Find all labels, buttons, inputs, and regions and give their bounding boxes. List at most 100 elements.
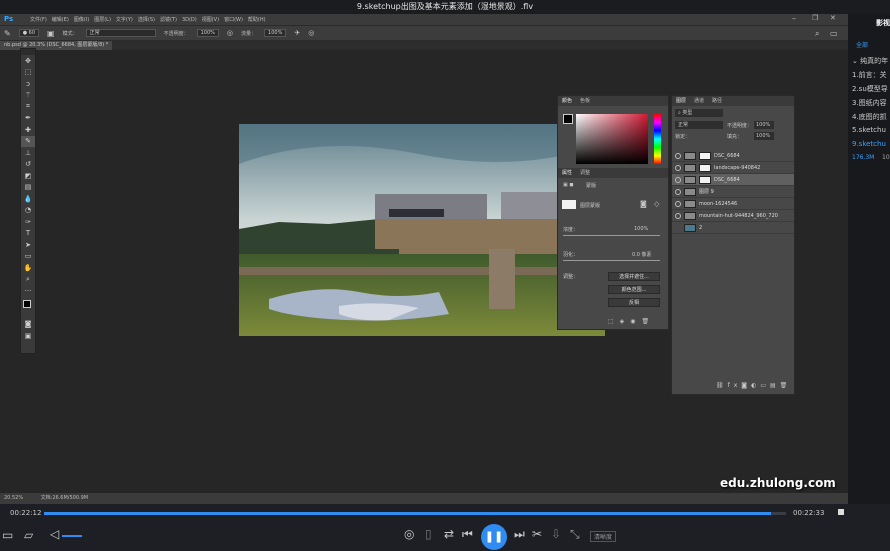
airbrush-icon[interactable]: ✈	[294, 29, 300, 37]
menu-edit[interactable]: 编辑(E)	[52, 16, 69, 23]
document-tab[interactable]: nb.psd @ 20.3% (DSC_6684, 图层蒙版/8) *	[0, 41, 113, 50]
history-brush-icon[interactable]: ↺	[21, 159, 35, 171]
density-slider[interactable]	[563, 235, 660, 236]
blur-tool-icon[interactable]: 💧	[21, 193, 35, 205]
dodge-tool-icon[interactable]: ◔	[21, 205, 35, 217]
close-icon[interactable]: ✕	[830, 14, 836, 22]
invert-button[interactable]: 反相	[608, 298, 660, 307]
layer-mask-thumb[interactable]	[699, 175, 711, 184]
menu-window[interactable]: 窗口(W)	[224, 16, 243, 23]
menu-file[interactable]: 文件(F)	[30, 16, 47, 23]
tab-paths[interactable]: 路径	[712, 96, 722, 106]
lasso-tool-icon[interactable]: ↄ	[21, 78, 35, 90]
visibility-eye-icon[interactable]	[675, 152, 681, 159]
visibility-eye-icon[interactable]	[675, 164, 681, 171]
download-icon[interactable]: ⇩	[551, 527, 561, 541]
eraser-tool-icon[interactable]: ◩	[21, 170, 35, 182]
visibility-eye-icon[interactable]	[675, 200, 681, 207]
layer-row-selected[interactable]: DSC_6684	[672, 174, 794, 186]
fullscreen-toggle-icon[interactable]	[838, 509, 844, 515]
scissors-icon[interactable]: ✂	[532, 527, 542, 541]
visibility-eye-icon[interactable]	[675, 188, 681, 195]
path-select-tool-icon[interactable]: ➤	[21, 239, 35, 251]
folder-icon[interactable]: ▱	[24, 528, 33, 542]
brush-preset-picker[interactable]: ● 60	[18, 29, 40, 37]
healing-tool-icon[interactable]: ✚	[21, 124, 35, 136]
more-tools-icon[interactable]: ···	[21, 285, 35, 297]
opacity-input[interactable]: 100%	[196, 29, 219, 37]
eyedropper-tool-icon[interactable]: ✒	[21, 113, 35, 125]
layer-filter-select[interactable]: ⌕ 类型	[675, 109, 723, 117]
playlist-item[interactable]: 1.前言：关	[852, 70, 887, 80]
menu-type[interactable]: 文字(Y)	[116, 16, 133, 23]
tab-channels[interactable]: 通道	[694, 96, 704, 106]
quick-mask-icon[interactable]: ◙	[21, 319, 35, 331]
tab-adjustments[interactable]: 调整	[580, 168, 590, 178]
expand-icon[interactable]: ⤡	[570, 527, 580, 542]
layer-mask-thumb[interactable]	[699, 151, 711, 160]
layer-row[interactable]: mountain-hut-944824_960_720	[672, 210, 794, 222]
shuffle-icon[interactable]: ⇄	[444, 527, 454, 541]
sidebar-tab-all[interactable]: 全部	[856, 40, 868, 49]
marquee-tool-icon[interactable]: ⬚	[21, 67, 35, 79]
vector-mask-icon[interactable]: ◇	[654, 200, 659, 208]
hand-tool-icon[interactable]: ✋	[21, 262, 35, 274]
menu-help[interactable]: 帮助(H)	[248, 16, 266, 23]
brush-tool-icon-active[interactable]: ✎	[21, 135, 35, 147]
fill-input[interactable]: 100%	[754, 132, 774, 140]
status-zoom[interactable]: 20.52%	[4, 495, 23, 501]
brush-tool-icon[interactable]: ✎	[4, 29, 11, 38]
hue-slider[interactable]	[654, 114, 661, 164]
quality-button[interactable]: 清晰度	[590, 531, 617, 542]
pen-tool-icon[interactable]: ✑	[21, 216, 35, 228]
foreground-color-swatch[interactable]	[23, 299, 31, 308]
layer-mask-thumb[interactable]	[699, 163, 711, 172]
tab-color[interactable]: 颜色	[562, 96, 572, 106]
menu-filter[interactable]: 滤镜(T)	[160, 16, 177, 23]
layer-row[interactable]: moon-1624546	[672, 198, 794, 210]
playlist-item-active[interactable]: 9.sketchu	[852, 140, 886, 148]
previous-icon[interactable]: ⏮	[462, 527, 473, 542]
screen-icon[interactable]: ▭	[2, 528, 13, 542]
stop-icon[interactable]: ▯	[425, 527, 432, 541]
menu-image[interactable]: 图像(I)	[74, 16, 89, 23]
feather-slider[interactable]	[563, 260, 660, 261]
menu-view[interactable]: 视图(V)	[202, 16, 219, 23]
brush-panel-icon[interactable]: ▣	[47, 29, 55, 38]
density-value[interactable]: 100%	[634, 226, 648, 232]
next-icon[interactable]: ⏭	[514, 527, 525, 542]
select-mask-icon[interactable]: ◙	[640, 200, 647, 208]
playlist-item[interactable]: 4.底图的抓	[852, 112, 887, 122]
visibility-eye-icon[interactable]	[675, 176, 681, 183]
speed-icon[interactable]: ◎	[404, 527, 414, 541]
playlist-folder[interactable]: ⌄ 纯真的年	[852, 56, 888, 66]
layer-opacity-input[interactable]: 100%	[754, 121, 774, 129]
blend-mode-select[interactable]: 正常	[675, 121, 723, 129]
color-swatches[interactable]	[21, 297, 35, 319]
move-tool-icon[interactable]: ✥	[21, 55, 35, 67]
menu-layer[interactable]: 图层(L)	[94, 16, 111, 23]
layers-footer-icons[interactable]: ⛓fx◙◐▭▤🗑	[716, 382, 791, 389]
zoom-tool-icon[interactable]: ⌕	[21, 274, 35, 286]
layer-row[interactable]: 2	[672, 222, 794, 234]
layer-row[interactable]: DSC_6684	[672, 150, 794, 162]
search-icon[interactable]: ⌕	[815, 29, 819, 39]
playlist-item[interactable]: 2.su模型导	[852, 84, 888, 94]
magic-wand-tool-icon[interactable]: ⚚	[21, 90, 35, 102]
tab-swatches[interactable]: 色板	[580, 96, 590, 106]
crop-tool-icon[interactable]: ⌗	[21, 101, 35, 113]
type-tool-icon[interactable]: T	[21, 228, 35, 240]
stamp-tool-icon[interactable]: ⊥	[21, 147, 35, 159]
layer-row[interactable]: landscape-940842	[672, 162, 794, 174]
color-range-button[interactable]: 颜色范围...	[608, 285, 660, 294]
tab-layers[interactable]: 图层	[676, 96, 686, 106]
feather-value[interactable]: 0.0 像素	[632, 251, 652, 258]
playlist-item[interactable]: 5.sketchu	[852, 126, 886, 134]
minimize-icon[interactable]: –	[792, 14, 796, 23]
pause-button[interactable]: ❚❚	[481, 524, 507, 550]
restore-icon[interactable]: ❐	[812, 14, 818, 22]
shape-tool-icon[interactable]: ▭	[21, 251, 35, 263]
layer-row[interactable]: 图层 9	[672, 186, 794, 198]
document-image[interactable]	[239, 124, 605, 336]
visibility-eye-icon[interactable]	[675, 212, 681, 219]
